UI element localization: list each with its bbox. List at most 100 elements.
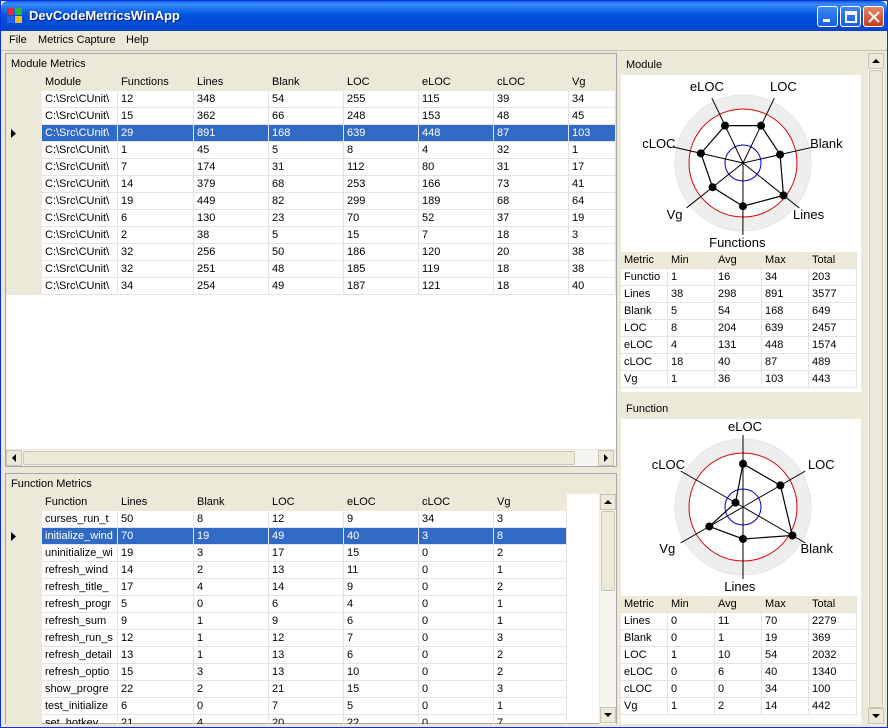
grid-cell[interactable]: 34 [118,278,194,295]
stats-cell[interactable]: 40 [762,664,809,681]
grid-cell[interactable]: 15 [118,108,194,125]
stats-column-header[interactable]: Total [809,596,857,613]
grid-cell[interactable]: 3 [419,528,494,545]
column-header[interactable]: cLOC [419,494,494,511]
grid-cell[interactable]: 1 [118,142,194,159]
column-header[interactable]: Lines [118,494,194,511]
grid-cell[interactable]: 14 [118,562,194,579]
grid-cell[interactable]: 189 [419,193,494,210]
menu-file[interactable]: File [9,34,27,46]
grid-cell[interactable]: 34 [419,511,494,528]
row-header[interactable] [6,562,42,579]
column-header[interactable]: Function [42,494,118,511]
minimize-button[interactable] [817,6,838,27]
stats-cell[interactable]: 34 [762,681,809,698]
grid-cell[interactable]: 8 [194,511,269,528]
stats-cell[interactable]: 40 [715,354,762,371]
grid-cell[interactable]: refresh_run_s [42,630,118,647]
stats-cell[interactable]: 1574 [809,337,857,354]
grid-cell[interactable]: curses_run_t [42,511,118,528]
window-vscrollbar[interactable] [867,53,884,725]
column-header[interactable]: Blank [269,74,344,91]
grid-cell[interactable]: 3 [494,511,567,528]
grid-cell[interactable]: 70 [118,528,194,545]
stats-cell[interactable]: eLOC [621,664,668,681]
menu-metrics-capture[interactable]: Metrics Capture [38,34,116,46]
stats-cell[interactable]: 1 [668,698,715,715]
stats-cell[interactable]: 0 [668,681,715,698]
grid-cell[interactable]: 9 [344,579,419,596]
grid-cell[interactable]: 45 [194,142,269,159]
row-header[interactable] [6,210,42,227]
grid-cell[interactable]: 0 [194,596,269,613]
grid-cell[interactable]: set_hotkey [42,715,118,724]
stats-cell[interactable]: 5 [668,303,715,320]
grid-cell[interactable]: 166 [419,176,494,193]
grid-cell[interactable]: 2 [118,227,194,244]
grid-cell[interactable]: 1 [194,613,269,630]
stats-cell[interactable]: 203 [809,269,857,286]
stats-cell[interactable]: 4 [668,337,715,354]
grid-cell[interactable]: 4 [194,715,269,724]
row-header[interactable] [6,125,42,142]
grid-cell[interactable]: 17 [569,159,616,176]
stats-cell[interactable]: 448 [762,337,809,354]
grid-cell[interactable]: refresh_detail [42,647,118,664]
stats-cell[interactable]: 2457 [809,320,857,337]
grid-cell[interactable]: C:\Src\CUnit\ [42,159,118,176]
stats-cell[interactable]: Lines [621,286,668,303]
stats-cell[interactable]: 11 [715,613,762,630]
grid-cell[interactable]: test_initialize [42,698,118,715]
stats-cell[interactable]: 70 [762,613,809,630]
grid-cell[interactable]: 38 [569,261,616,278]
grid-cell[interactable]: 12 [118,91,194,108]
maximize-button[interactable] [840,6,861,27]
row-header[interactable] [6,630,42,647]
grid-cell[interactable]: 45 [569,108,616,125]
grid-cell[interactable]: 5 [344,698,419,715]
grid-cell[interactable]: 49 [269,278,344,295]
grid-cell[interactable]: C:\Src\CUnit\ [42,261,118,278]
stats-cell[interactable]: 1340 [809,664,857,681]
grid-cell[interactable]: 32 [494,142,569,159]
grid-cell[interactable]: 4 [419,142,494,159]
stats-cell[interactable]: LOC [621,647,668,664]
stats-cell[interactable]: 1 [668,647,715,664]
grid-cell[interactable]: show_progre [42,681,118,698]
stats-cell[interactable]: 18 [668,354,715,371]
grid-cell[interactable]: refresh_wind [42,562,118,579]
stats-cell[interactable]: Vg [621,698,668,715]
grid-cell[interactable]: 19 [569,210,616,227]
stats-cell[interactable]: 10 [715,647,762,664]
grid-cell[interactable]: 1 [494,562,567,579]
grid-cell[interactable]: 17 [269,545,344,562]
grid-cell[interactable]: 8 [344,142,419,159]
stats-column-header[interactable]: Total [809,252,857,269]
stats-cell[interactable]: 204 [715,320,762,337]
grid-cell[interactable]: 6 [344,613,419,630]
grid-cell[interactable]: 9 [269,613,344,630]
grid-cell[interactable]: 299 [344,193,419,210]
grid-cell[interactable]: 0 [419,613,494,630]
grid-cell[interactable]: 174 [194,159,269,176]
grid-cell[interactable]: 17 [118,579,194,596]
row-header[interactable] [6,613,42,630]
grid-cell[interactable]: refresh_title_ [42,579,118,596]
grid-cell[interactable]: 12 [269,630,344,647]
stats-cell[interactable]: 0 [715,681,762,698]
grid-cell[interactable]: 9 [118,613,194,630]
stats-cell[interactable]: 2032 [809,647,857,664]
grid-cell[interactable]: 0 [419,545,494,562]
grid-cell[interactable]: 0 [419,698,494,715]
grid-cell[interactable]: 52 [419,210,494,227]
grid-cell[interactable]: 13 [269,562,344,579]
grid-cell[interactable]: 29 [118,125,194,142]
grid-cell[interactable]: 38 [569,244,616,261]
grid-cell[interactable]: 254 [194,278,269,295]
stats-cell[interactable]: cLOC [621,354,668,371]
row-header[interactable] [6,261,42,278]
grid-cell[interactable]: 34 [569,91,616,108]
grid-cell[interactable]: 19 [118,193,194,210]
grid-cell[interactable]: 22 [118,681,194,698]
grid-cell[interactable]: 6 [118,698,194,715]
